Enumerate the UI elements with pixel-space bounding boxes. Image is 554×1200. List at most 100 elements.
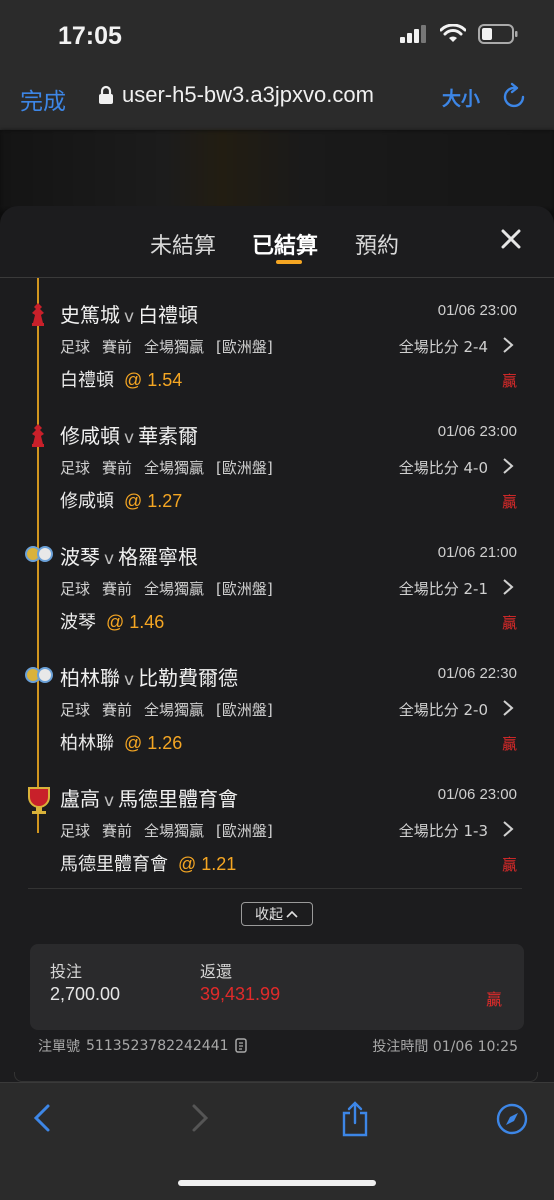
compass-icon — [496, 1103, 528, 1135]
order-number: 注單號 5113523782242441 — [38, 1036, 249, 1056]
bet-pick: 柏林聯 @ 1.26 — [60, 733, 183, 754]
browser-address-bar: 完成 user-h5-bw3.a3jpxvo.com 大小 — [0, 62, 554, 130]
chevron-right-icon[interactable] — [502, 457, 514, 479]
return-label: 返還 — [200, 962, 233, 981]
league-ball-icon — [25, 664, 53, 690]
bet-meta: 足球 賽前 全場獨贏 [歐洲盤] — [60, 822, 273, 840]
bet-meta: 足球 賽前 全場獨贏 [歐洲盤] — [60, 338, 273, 356]
home-indicator — [178, 1180, 376, 1186]
bet-odds: @ 1.46 — [106, 612, 165, 632]
bet-odds: @ 1.54 — [124, 370, 183, 390]
forward-button[interactable] — [190, 1103, 210, 1137]
bet-meta: 足球 賽前 全場獨贏 [歐洲盤] — [60, 701, 273, 719]
collapse-label: 收起 — [255, 907, 283, 923]
team-crest-icon — [25, 301, 51, 327]
battery-icon — [478, 24, 518, 44]
bet-result-badge: 贏 — [501, 735, 517, 753]
bet-odds: @ 1.26 — [124, 733, 183, 753]
final-score: 全場比分 4-0 — [398, 459, 488, 477]
bet-record-panel: 未結算 已結算 預約 史篤城 v 白禮頓 01/06 23:00 足球 賽前 全場獨贏[… — [0, 206, 554, 1082]
reload-icon — [503, 82, 525, 108]
summary-result-badge: 贏 — [485, 990, 502, 1009]
wifi-icon — [440, 24, 466, 42]
bet-item[interactable]: 柏林聯 v 比勒費爾德 01/06 22:30 足球 賽前 全場獨贏 [歐洲盤] 全場比分… — [0, 649, 554, 770]
order-number-label: 注單號 — [38, 1039, 80, 1055]
cup-trophy-icon — [25, 785, 51, 814]
chevron-left-icon — [33, 1104, 50, 1132]
status-icons — [400, 24, 518, 44]
active-tab-indicator — [276, 260, 302, 264]
bet-time: 投注時間 01/06 10:25 — [372, 1036, 518, 1056]
reload-button[interactable] — [502, 82, 528, 114]
final-score: 全場比分 2-0 — [398, 701, 488, 719]
bet-time-value: 01/06 10:25 — [432, 1039, 518, 1055]
bet-meta: 足球 賽前 全場獨贏 [歐洲盤] — [60, 580, 273, 598]
chevron-right-icon[interactable] — [502, 820, 514, 842]
final-score: 全場比分 2-4 — [398, 338, 488, 356]
collapse-button[interactable]: 收起 — [241, 902, 313, 926]
league-ball-icon — [25, 543, 53, 569]
bet-odds: @ 1.27 — [124, 491, 183, 511]
match-title: 柏林聯 v 比勒費爾德 — [60, 666, 239, 690]
return-amount: 39,431.99 — [200, 984, 281, 1004]
compass-button[interactable] — [496, 1103, 528, 1139]
match-title: 波琴 v 格羅寧根 — [60, 545, 199, 569]
close-icon — [501, 229, 521, 249]
bet-item[interactable]: 波琴 v 格羅寧根 01/06 21:00 足球 賽前 全場獨贏 [歐洲盤] 全場比分 2… — [0, 528, 554, 649]
bet-pick: 修咸頓 @ 1.27 — [60, 491, 183, 512]
match-title: 修咸頓 v 華素爾 — [60, 424, 199, 448]
bet-time-label: 投注時間 — [372, 1039, 429, 1055]
bet-pick: 波琴 @ 1.46 — [60, 612, 165, 633]
team-crest-icon — [25, 422, 51, 448]
match-datetime: 01/06 23:00 — [437, 786, 517, 803]
chevron-right-icon[interactable] — [502, 336, 514, 358]
stake-amount: 2,700.00 — [50, 984, 121, 1004]
share-icon — [342, 1101, 368, 1137]
copy-icon[interactable] — [234, 1038, 249, 1054]
bet-item[interactable]: 盧高 v 馬德里體育會 01/06 23:00 足球 賽前 全場獨贏 [歐洲盤] 全場比分… — [0, 770, 554, 891]
final-score: 全場比分 2-1 — [398, 580, 488, 598]
divider — [28, 888, 522, 889]
bet-pick: 白禮頓 @ 1.54 — [60, 370, 183, 391]
close-button[interactable] — [500, 228, 522, 254]
chevron-up-icon — [286, 910, 298, 918]
share-button[interactable] — [340, 1101, 370, 1141]
stake-label: 投注 — [50, 962, 83, 981]
final-score: 全場比分 1-3 — [398, 822, 488, 840]
match-datetime: 01/06 22:30 — [437, 665, 517, 682]
chevron-right-icon[interactable] — [502, 699, 514, 721]
chevron-right-icon — [192, 1104, 209, 1132]
status-bar: 17:05 — [0, 0, 554, 62]
bet-meta: 足球 賽前 全場獨贏 [歐洲盤] — [60, 459, 273, 477]
match-title: 史篤城 v 白禮頓 — [60, 303, 199, 327]
match-title: 盧高 v 馬德里體育會 — [60, 787, 239, 811]
done-button[interactable]: 完成 — [20, 82, 66, 116]
bet-result-badge: 贏 — [501, 614, 517, 632]
lock-icon — [99, 85, 113, 104]
bet-result-badge: 贏 — [501, 493, 517, 511]
match-datetime: 01/06 23:00 — [437, 423, 517, 440]
status-time: 17:05 — [58, 22, 122, 50]
bet-summary: 投注 2,700.00 返還 39,431.99 贏 — [30, 944, 524, 1030]
chevron-right-icon[interactable] — [502, 578, 514, 600]
bet-item[interactable]: 修咸頓 v 華素爾 01/06 23:00 足球 賽前 全場獨贏 [歐洲盤] 全場比分 4… — [0, 407, 554, 528]
tab-reserved[interactable]: 預約 — [355, 228, 399, 260]
bet-odds: @ 1.21 — [178, 854, 237, 874]
blurred-header-backdrop — [0, 130, 554, 210]
url-text: user-h5-bw3.a3jpxvo.com — [122, 82, 374, 107]
tab-settled[interactable]: 已結算 — [252, 228, 318, 260]
url-field[interactable]: user-h5-bw3.a3jpxvo.com — [98, 82, 374, 108]
bet-pick: 馬德里體育會 @ 1.21 — [60, 854, 237, 875]
bet-item[interactable]: 史篤城 v 白禮頓 01/06 23:00 足球 賽前 全場獨贏 [歐洲盤] 全場比分 2… — [0, 286, 554, 407]
match-datetime: 01/06 23:00 — [437, 302, 517, 319]
bet-result-badge: 贏 — [501, 856, 517, 874]
match-datetime: 01/06 21:00 — [437, 544, 517, 561]
tab-unsettled[interactable]: 未結算 — [150, 228, 216, 260]
card-bottom-edge — [14, 1072, 538, 1082]
order-number-value: 5113523782242441 — [86, 1038, 229, 1054]
text-size-button[interactable]: 大小 — [442, 84, 480, 111]
back-button[interactable] — [32, 1103, 52, 1137]
cellular-signal-icon — [400, 25, 426, 43]
bet-result-badge: 贏 — [501, 372, 517, 390]
tab-bar: 未結算 已結算 預約 — [0, 206, 554, 278]
